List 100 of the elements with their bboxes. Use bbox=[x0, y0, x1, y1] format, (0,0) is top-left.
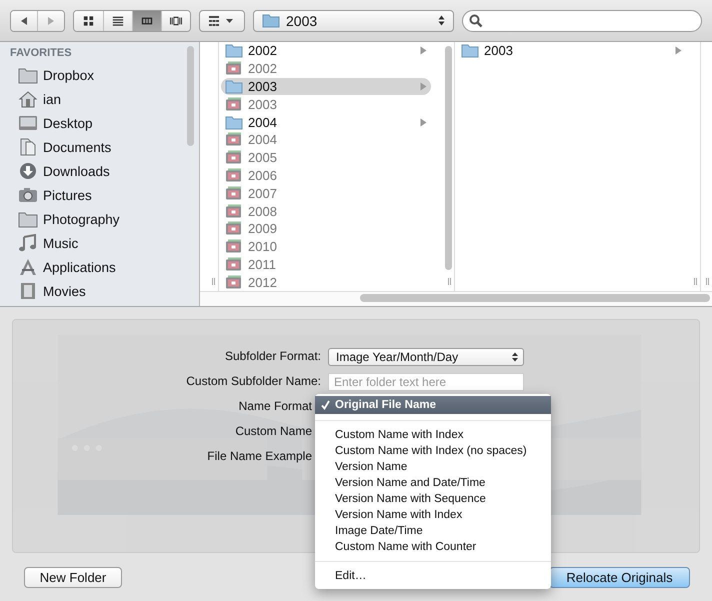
column-row[interactable]: 2006 bbox=[221, 166, 431, 184]
arrange-button[interactable] bbox=[199, 10, 245, 32]
menu-item[interactable]: Custom Name with Counter bbox=[315, 539, 551, 555]
column-row[interactable]: 2002 bbox=[221, 42, 431, 60]
resize-handle[interactable] bbox=[448, 278, 451, 285]
view-mode-button[interactable] bbox=[132, 10, 161, 30]
photo-album-icon bbox=[225, 61, 243, 76]
folder-icon bbox=[225, 114, 243, 130]
sidebar-label: Downloads bbox=[43, 164, 110, 178]
icons-view-icon bbox=[82, 14, 95, 26]
right-triangle-icon bbox=[46, 16, 56, 26]
column-row[interactable]: 2002 bbox=[221, 60, 431, 78]
photo-album-icon bbox=[225, 168, 243, 183]
disclosure-triangle-icon bbox=[675, 46, 682, 56]
applications-icon bbox=[18, 258, 38, 276]
photo-album-icon bbox=[225, 96, 243, 112]
resize-handle[interactable] bbox=[694, 278, 697, 285]
sidebar-item[interactable]: Downloads bbox=[0, 159, 185, 183]
list-view-icon bbox=[112, 14, 124, 26]
column-row[interactable]: 2009 bbox=[221, 220, 431, 238]
column-row[interactable]: 2004 bbox=[221, 130, 431, 149]
sidebar-label: Dropbox bbox=[43, 68, 94, 82]
menu-item[interactable]: Original File Name bbox=[315, 396, 551, 414]
column-row[interactable]: 2003 bbox=[457, 42, 686, 60]
sidebar-item[interactable]: Desktop bbox=[0, 111, 185, 135]
search-field[interactable] bbox=[462, 10, 702, 32]
column-row[interactable]: 2007 bbox=[221, 184, 431, 202]
sidebar-item[interactable]: Music bbox=[0, 231, 185, 255]
scrollbar-thumb[interactable] bbox=[360, 294, 710, 302]
photo-album-icon bbox=[225, 221, 243, 236]
photo-album-icon bbox=[225, 150, 243, 166]
folder-icon bbox=[225, 78, 243, 94]
coverflow-view-icon bbox=[170, 14, 182, 26]
photo-album-icon bbox=[225, 186, 243, 201]
field-label: Custom Name bbox=[234, 423, 313, 440]
sidebar-label: ian bbox=[43, 92, 62, 106]
folder-icon bbox=[262, 13, 280, 28]
photo-album-icon bbox=[225, 274, 243, 290]
scrollbar-thumb[interactable] bbox=[445, 46, 452, 270]
menu-item[interactable]: Version Name with Index bbox=[315, 507, 551, 523]
sidebar-label: Desktop bbox=[43, 116, 93, 130]
documents-icon bbox=[18, 138, 38, 156]
subfolder-format-popup[interactable]: Image Year/Month/Day bbox=[328, 348, 524, 366]
monitor-icon bbox=[18, 114, 38, 132]
film-icon bbox=[18, 282, 38, 300]
sidebar-item[interactable]: Pictures bbox=[0, 183, 185, 207]
left-triangle-icon bbox=[19, 16, 29, 26]
column-row[interactable]: 2012 bbox=[221, 273, 431, 291]
menu-item[interactable]: Edit… bbox=[315, 568, 551, 584]
field-label: Custom Subfolder Name: bbox=[185, 373, 321, 390]
sidebar-item[interactable]: ian bbox=[0, 87, 185, 111]
photo-album-icon bbox=[225, 239, 243, 254]
new-folder-button[interactable]: New Folder bbox=[24, 567, 122, 588]
column-row[interactable]: 2008 bbox=[221, 202, 431, 220]
column-row[interactable]: 2003 bbox=[221, 95, 431, 114]
sidebar-item[interactable]: Applications bbox=[0, 255, 185, 279]
sidebar-label: Documents bbox=[43, 140, 112, 154]
grid-caret-icon bbox=[209, 16, 235, 26]
photo-album-icon bbox=[225, 256, 243, 272]
camera-icon bbox=[18, 186, 38, 204]
menu-item[interactable]: Custom Name with Index (no spaces) bbox=[315, 443, 551, 459]
menu-item[interactable]: Version Name with Sequence bbox=[315, 491, 551, 507]
resize-handle[interactable] bbox=[706, 278, 709, 285]
scrollbar-thumb[interactable] bbox=[187, 46, 194, 146]
menu-item[interactable]: Version Name and Date/Time bbox=[315, 475, 551, 491]
sidebar-item[interactable]: Documents bbox=[0, 135, 185, 159]
disclosure-triangle-icon bbox=[420, 118, 427, 127]
download-icon bbox=[18, 162, 38, 180]
view-mode-button[interactable] bbox=[161, 10, 190, 30]
disclosure-triangle-icon bbox=[420, 46, 427, 56]
column-row[interactable]: 2011 bbox=[221, 256, 431, 274]
column-row[interactable]: 2003 bbox=[221, 78, 431, 96]
photo-album-icon bbox=[225, 204, 243, 219]
resize-handle[interactable] bbox=[212, 278, 215, 285]
field-label: Subfolder Format: bbox=[224, 348, 321, 365]
up-down-arrows-icon bbox=[438, 15, 445, 26]
up-down-arrows-icon bbox=[512, 352, 518, 362]
menu-item[interactable]: Image Date/Time bbox=[315, 523, 551, 539]
sidebar-item[interactable]: Dropbox bbox=[0, 63, 185, 87]
column-row[interactable]: 2005 bbox=[221, 148, 431, 167]
path-popup[interactable]: 2003 bbox=[253, 10, 454, 32]
columns-view-icon bbox=[141, 14, 153, 26]
sidebar-label: Applications bbox=[43, 260, 116, 274]
folder-icon bbox=[18, 66, 38, 84]
relocate-button[interactable]: Relocate Originals bbox=[549, 567, 690, 588]
sidebar-label: Photography bbox=[43, 212, 120, 226]
menu-item[interactable]: Custom Name with Index bbox=[315, 427, 551, 443]
folder-icon bbox=[18, 210, 38, 228]
sidebar-item[interactable]: Photography bbox=[0, 207, 185, 231]
folder-name-field[interactable]: Enter folder text here bbox=[328, 372, 524, 390]
column-row[interactable]: 2010 bbox=[221, 238, 431, 256]
search-icon bbox=[469, 14, 483, 28]
sidebar-item[interactable]: Movies bbox=[0, 279, 185, 303]
sidebar-label: Movies bbox=[43, 284, 86, 298]
house-icon bbox=[18, 90, 38, 108]
sidebar-label: Pictures bbox=[43, 188, 92, 202]
menu-item[interactable]: Version Name bbox=[315, 459, 551, 475]
field-label: File Name Example bbox=[206, 448, 313, 465]
sidebar-label: Music bbox=[43, 236, 78, 250]
column-row[interactable]: 2004 bbox=[221, 113, 431, 131]
